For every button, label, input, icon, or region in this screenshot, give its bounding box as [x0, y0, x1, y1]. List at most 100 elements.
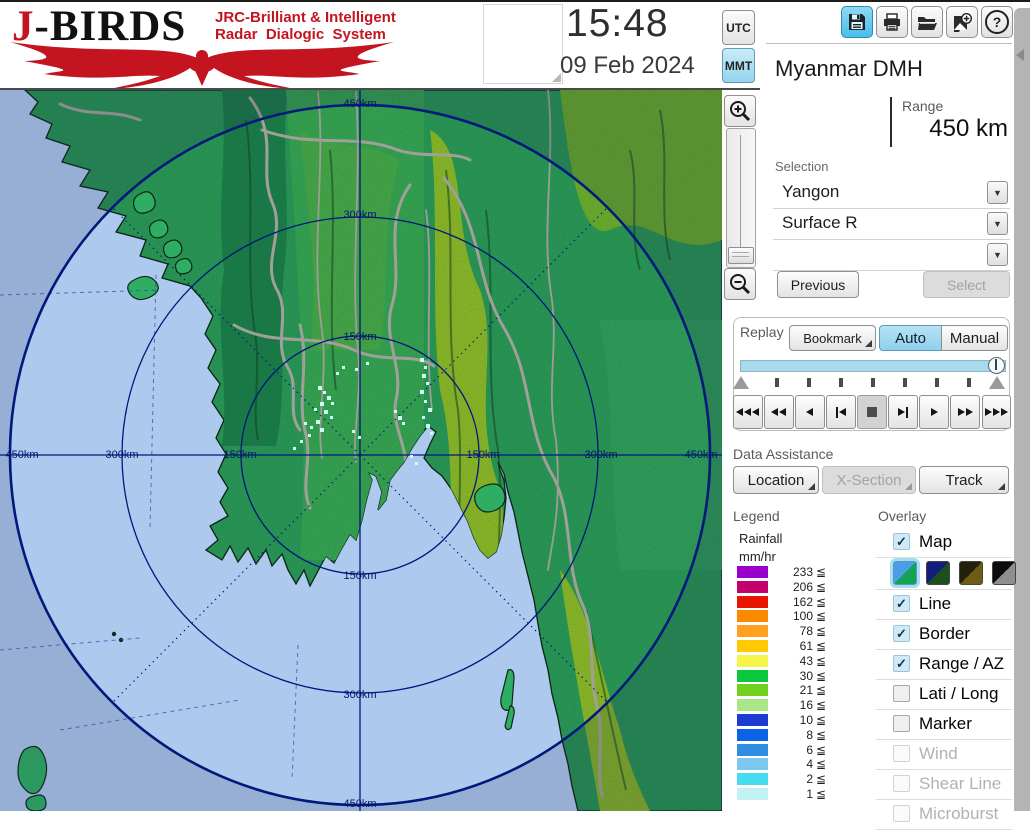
map-style-black-gray[interactable] — [992, 561, 1016, 585]
legend-color-swatch — [737, 581, 768, 593]
open-folder-button[interactable] — [911, 6, 943, 38]
step-backward-button[interactable] — [826, 395, 856, 429]
range-ring-label: 150km — [466, 449, 499, 461]
play-button[interactable] — [919, 395, 949, 429]
replay-slider-track[interactable] — [740, 360, 1006, 372]
rain-echo-cell — [342, 366, 345, 369]
step-forward-button[interactable] — [888, 395, 918, 429]
range-ring-label: 300km — [584, 449, 617, 461]
legend-lte-symbol: ≦ — [816, 683, 826, 697]
rain-echo-cell — [330, 416, 333, 419]
checkbox-icon[interactable]: ✓ — [893, 595, 910, 612]
dropdown-corner-icon — [998, 483, 1005, 490]
overlay-item-wind[interactable]: ✓ Wind — [876, 740, 1012, 770]
panel-separator — [766, 43, 1012, 44]
checkbox-icon[interactable]: ✓ — [893, 625, 910, 642]
legend-color-swatch — [737, 566, 768, 578]
overlay-item-lati-long[interactable]: ✓Lati / Long — [876, 680, 1012, 710]
previous-button[interactable]: Previous — [777, 271, 859, 298]
auto-mode-button[interactable]: Auto — [879, 325, 942, 351]
manual-mode-button[interactable]: Manual — [941, 325, 1008, 351]
checkbox-icon[interactable]: ✓ — [893, 775, 910, 792]
checkbox-icon[interactable]: ✓ — [893, 715, 910, 732]
slider-start-marker-icon[interactable] — [733, 376, 749, 389]
zoom-slider-track[interactable] — [726, 128, 756, 268]
zoom-out-button[interactable] — [724, 268, 756, 300]
track-button-label: Track — [946, 472, 983, 489]
replay-slider-thumb[interactable] — [988, 357, 1005, 374]
checkbox-icon[interactable]: ✓ — [893, 533, 910, 550]
help-button[interactable]: ? — [981, 6, 1013, 38]
legend-row: 16≦ — [737, 699, 837, 712]
legend-value: 78 — [773, 624, 813, 638]
add-image-button[interactable] — [946, 6, 978, 38]
overlay-item-line[interactable]: ✓Line — [876, 590, 1012, 620]
rain-echo-cell — [410, 455, 413, 458]
mmt-button[interactable]: MMT — [722, 48, 755, 83]
print-button[interactable] — [876, 6, 908, 38]
legend-row: 100≦ — [737, 610, 837, 623]
reverse-play-button[interactable] — [795, 395, 825, 429]
radar-map[interactable]: 450km300km150km450km300km150km150km300km… — [0, 90, 722, 811]
slider-end-marker-icon[interactable] — [989, 376, 1005, 389]
map-style-blue-green[interactable] — [893, 561, 917, 585]
add-image-icon — [952, 12, 973, 32]
rain-echo-cell — [420, 358, 424, 362]
rain-echo-cell — [428, 408, 432, 412]
legend-color-swatch — [737, 684, 768, 696]
checkbox-icon[interactable]: ✓ — [893, 685, 910, 702]
fast-forward-3-button[interactable] — [982, 395, 1012, 429]
rain-echo-cell — [430, 432, 433, 435]
product-dropdown-arrow-icon[interactable]: ▼ — [987, 212, 1008, 235]
clock-time: 15:48 — [566, 2, 678, 46]
legend-row: 21≦ — [737, 684, 837, 697]
site-dropdown[interactable]: Yangon ▼ — [773, 178, 1010, 209]
overlay-item-microburst[interactable]: ✓Microburst — [876, 800, 1012, 830]
site-dropdown-arrow-icon[interactable]: ▼ — [987, 181, 1008, 204]
overlay-item-label: Wind — [919, 744, 958, 764]
save-button[interactable] — [841, 6, 873, 38]
x-section-button[interactable]: X-Section — [822, 466, 916, 494]
fast-rewind-3-button[interactable] — [733, 395, 763, 429]
overlay-item-range-az[interactable]: ✓Range / AZ — [876, 650, 1012, 680]
legend-row: 10≦ — [737, 714, 837, 727]
printer-icon — [882, 12, 902, 32]
overlay-item-map[interactable]: ✓Map — [876, 528, 1012, 558]
stop-button[interactable] — [857, 395, 887, 429]
selection-label: Selection — [775, 159, 828, 174]
rain-echo-cell — [424, 366, 427, 369]
legend-color-swatch — [737, 610, 768, 622]
range-ring-label: 300km — [343, 689, 376, 701]
slider-tick — [935, 378, 939, 387]
panel-collapse-arrow-icon[interactable] — [1016, 49, 1024, 61]
bookmark-button-label: Bookmark — [803, 331, 862, 346]
track-button[interactable]: Track — [919, 466, 1009, 494]
overlay-item-marker[interactable]: ✓Marker — [876, 710, 1012, 740]
map-style-navy-darkgreen[interactable] — [926, 561, 950, 585]
select-button[interactable]: Select — [923, 271, 1010, 298]
rain-echo-cell — [424, 400, 427, 403]
option-dropdown-arrow-icon[interactable]: ▼ — [987, 243, 1008, 266]
zoom-in-button[interactable] — [724, 95, 756, 127]
zoom-slider-thumb[interactable] — [728, 247, 754, 264]
option-dropdown[interactable]: ▼ — [773, 240, 1010, 271]
range-ring-label: 150km — [223, 449, 256, 461]
location-button[interactable]: Location — [733, 466, 819, 494]
overlay-item-shear-line[interactable]: ✓Shear Line — [876, 770, 1012, 800]
utc-button[interactable]: UTC — [722, 10, 755, 45]
legend-value: 162 — [773, 595, 813, 609]
overlay-item-border[interactable]: ✓Border — [876, 620, 1012, 650]
legend-unit: mm/hr — [739, 549, 776, 564]
rain-echo-cell — [314, 408, 317, 411]
range-label: Range — [902, 98, 943, 114]
checkbox-icon[interactable]: ✓ — [893, 655, 910, 672]
fast-rewind-button[interactable] — [764, 395, 794, 429]
fast-forward-button[interactable] — [950, 395, 980, 429]
bookmark-button[interactable]: Bookmark — [789, 325, 876, 351]
map-style-dark-olive[interactable] — [959, 561, 983, 585]
product-dropdown[interactable]: Surface R ▼ — [773, 209, 1010, 240]
dropdown-corner-icon — [905, 483, 912, 490]
checkbox-icon[interactable]: ✓ — [893, 805, 910, 822]
checkbox-icon[interactable]: ✓ — [893, 745, 910, 762]
legend-color-swatch — [737, 699, 768, 711]
